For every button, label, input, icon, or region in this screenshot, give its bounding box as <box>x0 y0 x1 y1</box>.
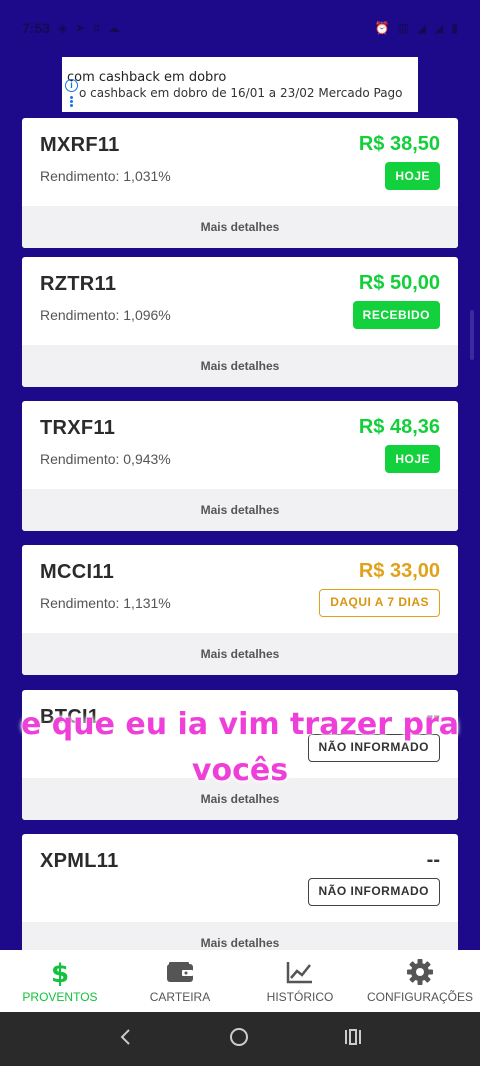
card-yield: Rendimento: 1,096% <box>40 307 171 323</box>
notification-icon: ◈ <box>58 21 68 35</box>
ad-banner[interactable]: com cashback em dobro i o cashback em do… <box>62 57 418 112</box>
dividend-card: MXRF11 Rendimento: 1,031% R$ 38,50 HOJE … <box>22 118 458 248</box>
gear-icon <box>405 958 435 986</box>
card-yield: Rendimento: 0,943% <box>40 451 171 467</box>
card-status-badge: DAQUI A 7 DIAS <box>319 589 440 617</box>
caption-line-1: e que eu ia vim trazer pra <box>20 707 460 742</box>
recents-icon[interactable] <box>342 1027 364 1052</box>
dollar-icon: $ <box>45 958 75 986</box>
card-ticker: RZTR11 <box>40 273 117 295</box>
ad-title: com cashback em dobro <box>67 70 227 85</box>
nav-carteira-label: CARTEIRA <box>149 990 211 1004</box>
card-status-badge: HOJE <box>385 162 440 190</box>
dividend-card: XPML11 -- NÃO INFORMADO Mais detalhes <box>22 834 458 950</box>
more-details-button[interactable]: Mais detalhes <box>22 922 458 950</box>
caption-line-2: vocês <box>191 753 289 788</box>
scrollbar-thumb[interactable] <box>470 310 474 360</box>
alarm-icon: ⏰ <box>374 21 390 35</box>
card-status-badge: HOJE <box>385 445 440 473</box>
card-ticker: TRXF11 <box>40 417 116 439</box>
ad-info-icon[interactable]: i <box>65 79 78 92</box>
card-ticker: MXRF11 <box>40 134 120 156</box>
system-nav-bar <box>0 1012 480 1066</box>
back-icon[interactable] <box>116 1027 136 1052</box>
battery-icon: ▮ <box>451 21 458 35</box>
telegram-icon: ➤ <box>75 21 86 35</box>
ad-menu-icon[interactable] <box>69 96 73 109</box>
status-bar: 7:53 ◈ ➤ # ☁ ⏰ ▥ ◢ ◢ ▮ <box>0 0 480 56</box>
more-details-button[interactable]: Mais detalhes <box>22 489 458 531</box>
card-value: R$ 48,36 <box>358 416 440 438</box>
nav-historico[interactable]: HISTÓRICO <box>240 950 360 1012</box>
chart-line-icon <box>285 958 315 986</box>
cloud-icon: ☁ <box>108 21 121 35</box>
nav-configuracoes[interactable]: CONFIGURAÇÕES <box>360 950 480 1012</box>
card-value: R$ 50,00 <box>358 272 440 294</box>
more-details-button[interactable]: Mais detalhes <box>22 633 458 675</box>
card-ticker: XPML11 <box>40 850 119 872</box>
card-status-badge: RECEBIDO <box>352 301 440 329</box>
nav-carteira[interactable]: CARTEIRA <box>120 950 240 1012</box>
dividend-card: MCCI11 Rendimento: 1,131% R$ 33,00 DAQUI… <box>22 545 458 675</box>
card-status-badge: NÃO INFORMADO <box>307 878 440 906</box>
nav-configuracoes-label: CONFIGURAÇÕES <box>366 990 473 1004</box>
more-details-button[interactable]: Mais detalhes <box>22 345 458 387</box>
card-yield: Rendimento: 1,031% <box>40 168 171 184</box>
bottom-nav: $ PROVENTOS CARTEIRA HISTÓRICO CONFIGURA… <box>0 950 480 1012</box>
nav-proventos-label: PROVENTOS <box>22 990 98 1004</box>
dividend-card: TRXF11 Rendimento: 0,943% R$ 48,36 HOJE … <box>22 401 458 531</box>
signal-icon: ◢ <box>434 21 444 35</box>
card-value: R$ 38,50 <box>358 133 440 155</box>
home-icon[interactable] <box>228 1026 250 1053</box>
dividend-list[interactable]: MXRF11 Rendimento: 1,031% R$ 38,50 HOJE … <box>22 118 458 950</box>
ad-subtitle: o cashback em dobro de 16/01 a 23/02 Mer… <box>79 86 403 100</box>
more-details-button[interactable]: Mais detalhes <box>22 206 458 248</box>
wallet-icon <box>165 958 195 986</box>
dividend-card: RZTR11 Rendimento: 1,096% R$ 50,00 RECEB… <box>22 257 458 387</box>
nav-historico-label: HISTÓRICO <box>266 990 334 1004</box>
status-time: 7:53 <box>22 20 51 36</box>
card-value: -- <box>426 849 440 871</box>
svg-text:$: $ <box>51 959 69 986</box>
card-value: R$ 33,00 <box>358 560 440 582</box>
wifi-icon: ◢ <box>416 21 427 35</box>
card-ticker: MCCI11 <box>40 561 115 583</box>
data-icon: ▥ <box>397 21 409 35</box>
card-yield: Rendimento: 1,131% <box>40 595 171 611</box>
hashtag-icon: # <box>93 21 101 35</box>
nav-proventos[interactable]: $ PROVENTOS <box>0 950 120 1012</box>
caption-overlay: e que eu ia vim trazer pra vocês <box>20 702 460 794</box>
